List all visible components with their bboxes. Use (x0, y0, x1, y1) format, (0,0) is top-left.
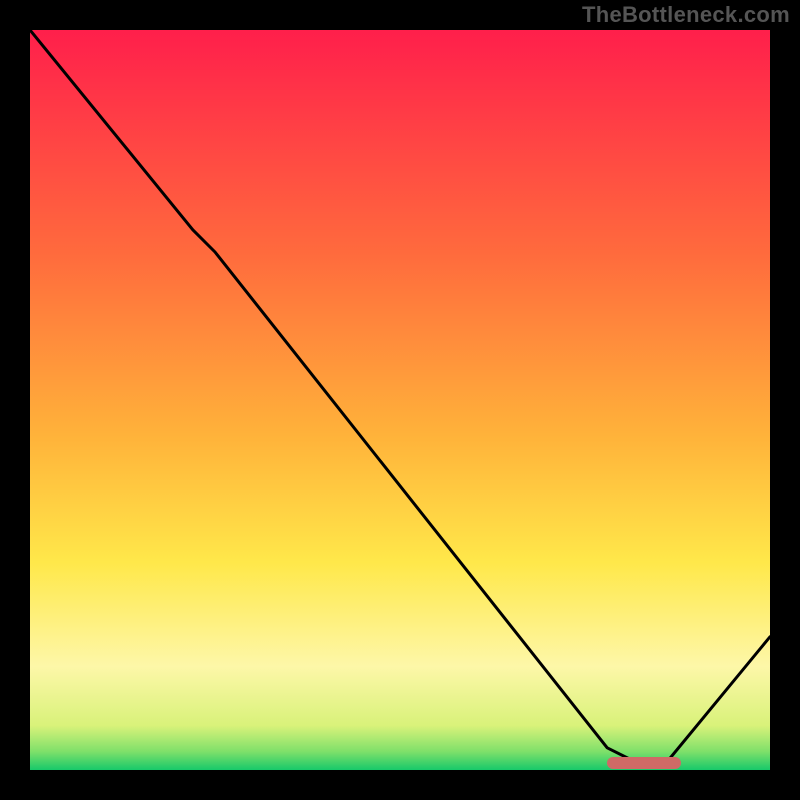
plot-area (30, 30, 770, 770)
watermark-text: TheBottleneck.com (582, 2, 790, 28)
gradient-background (30, 30, 770, 770)
optimal-range-marker (607, 757, 681, 769)
chart-frame: TheBottleneck.com (0, 0, 800, 800)
